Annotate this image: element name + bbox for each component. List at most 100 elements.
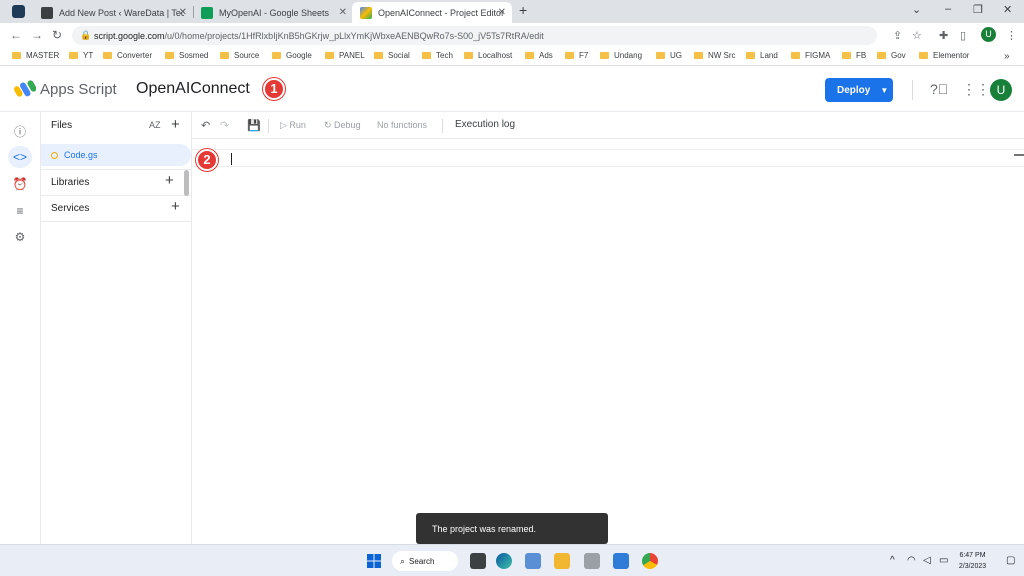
forward-icon[interactable]: → bbox=[31, 28, 43, 42]
sheets-icon bbox=[201, 7, 213, 19]
function-selector[interactable]: No functions bbox=[377, 120, 427, 130]
triggers-alarm-icon[interactable]: ⏰ bbox=[8, 173, 32, 195]
bookmark-source[interactable]: Source bbox=[220, 51, 259, 60]
project-name[interactable]: OpenAIConnect bbox=[136, 80, 250, 98]
bookmark-google[interactable]: Google bbox=[272, 51, 312, 60]
settings-gear-icon[interactable]: ⚙ bbox=[8, 226, 32, 248]
clock-date: 2/3/2023 bbox=[950, 561, 995, 572]
bookmark-nw-src[interactable]: NW Src bbox=[694, 51, 736, 60]
services-label: Services bbox=[51, 203, 89, 214]
windows-start-icon[interactable] bbox=[366, 553, 382, 569]
executions-icon[interactable]: ≡ bbox=[8, 200, 32, 222]
apps-grid-icon[interactable]: ⋮⋮ bbox=[962, 81, 990, 98]
browser-toolbar: ← → ↻ 🔒 script.google.com/u/0/home/proje… bbox=[0, 23, 1024, 47]
share-icon[interactable]: ⇪ bbox=[893, 29, 902, 42]
folder-icon bbox=[103, 52, 112, 59]
libraries-label: Libraries bbox=[51, 177, 89, 188]
notifications-icon[interactable]: ▢ bbox=[1006, 555, 1015, 566]
task-view-icon[interactable] bbox=[470, 553, 486, 569]
bookmark-social[interactable]: Social bbox=[374, 51, 410, 60]
folder-icon bbox=[600, 52, 609, 59]
tab-project-editor[interactable]: OpenAIConnect - Project Editor ✕ bbox=[352, 2, 512, 23]
minimize-icon[interactable]: – bbox=[945, 3, 951, 15]
divider bbox=[41, 221, 191, 222]
file-item-code-gs[interactable]: Code.gs bbox=[41, 144, 191, 166]
redo-icon[interactable]: ↷ bbox=[220, 119, 229, 132]
panel-scrollbar[interactable] bbox=[184, 170, 189, 196]
deploy-button[interactable]: Deploy ▼ bbox=[825, 78, 893, 102]
tab-add-new-post[interactable]: Add New Post ‹ WareData | Tech ✕ bbox=[33, 2, 193, 23]
tab-search-dropdown-icon[interactable]: ⌄ bbox=[912, 3, 921, 16]
close-icon[interactable]: ✕ bbox=[339, 7, 347, 18]
annotation-badge: 2 bbox=[196, 149, 218, 171]
header-divider bbox=[912, 80, 913, 100]
undo-icon[interactable]: ↶ bbox=[201, 119, 210, 132]
bookmark-yt[interactable]: YT bbox=[69, 51, 93, 60]
browser-menu-icon[interactable]: ⋮ bbox=[1006, 29, 1017, 42]
app-icon[interactable] bbox=[584, 553, 600, 569]
tab-search-icon[interactable] bbox=[12, 5, 25, 18]
star-icon[interactable]: ☆ bbox=[912, 29, 922, 42]
reload-icon[interactable]: ↻ bbox=[52, 28, 62, 42]
browser-profile-avatar[interactable]: U bbox=[981, 27, 996, 42]
side-panel-icon[interactable]: ▯ bbox=[960, 29, 966, 42]
bookmark-master[interactable]: MASTER bbox=[12, 51, 59, 60]
bookmark-converter[interactable]: Converter bbox=[103, 51, 152, 60]
extensions-icon[interactable]: ✚ bbox=[939, 29, 948, 42]
tab-google-sheets[interactable]: MyOpenAI - Google Sheets ✕ bbox=[193, 2, 353, 23]
execution-log-button[interactable]: Execution log bbox=[455, 119, 515, 130]
photos-icon[interactable] bbox=[525, 553, 541, 569]
back-icon[interactable]: ← bbox=[10, 28, 22, 42]
folder-icon bbox=[220, 52, 229, 59]
bookmark-sosmed[interactable]: Sosmed bbox=[165, 51, 208, 60]
editor-icon[interactable]: <> bbox=[8, 146, 32, 168]
wifi-icon[interactable]: ◠ bbox=[907, 555, 916, 566]
bookmark-elementor[interactable]: Elementor bbox=[919, 51, 969, 60]
bookmarks-overflow-icon[interactable]: » bbox=[1004, 51, 1010, 62]
overview-icon[interactable]: ⓘ bbox=[8, 120, 32, 142]
debug-button[interactable]: ↻ Debug bbox=[324, 120, 361, 131]
battery-icon[interactable]: ▭ bbox=[939, 555, 948, 566]
bookmark-ug[interactable]: UG bbox=[656, 51, 682, 60]
folder-icon bbox=[69, 52, 78, 59]
sort-az-icon[interactable]: AZ bbox=[149, 120, 161, 130]
files-title: Files bbox=[51, 120, 72, 131]
editor-toolbar: ↶ ↷ 💾 ▷ Run ↻ Debug No functions Executi… bbox=[192, 112, 1024, 139]
window-close-icon[interactable]: ✕ bbox=[1003, 3, 1012, 16]
bookmark-f7[interactable]: F7 bbox=[565, 51, 588, 60]
taskbar-search[interactable]: ⌕ Search bbox=[392, 551, 458, 571]
address-bar[interactable]: 🔒 script.google.com/u/0/home/projects/1H… bbox=[72, 26, 877, 45]
system-clock[interactable]: 6:47 PM 2/3/2023 bbox=[950, 550, 995, 572]
bookmark-undang[interactable]: Undang bbox=[600, 51, 642, 60]
notepad-icon[interactable] bbox=[613, 553, 629, 569]
edge-browser-icon[interactable] bbox=[496, 553, 512, 569]
file-explorer-icon[interactable] bbox=[554, 553, 570, 569]
bookmark-ads[interactable]: Ads bbox=[525, 51, 553, 60]
close-icon[interactable]: ✕ bbox=[179, 7, 187, 18]
run-button[interactable]: ▷ Run bbox=[280, 120, 306, 131]
bookmark-panel[interactable]: PANEL bbox=[325, 51, 365, 60]
screen: Add New Post ‹ WareData | Tech ✕ MyOpenA… bbox=[0, 0, 1024, 576]
windows-taskbar: ⌕ Search ^ ◠ ◁ ▭ 6:47 PM 2/3/2023 ▢ bbox=[0, 544, 1024, 576]
volume-icon[interactable]: ◁ bbox=[923, 555, 931, 566]
add-service-button[interactable]: + bbox=[171, 198, 180, 215]
close-icon[interactable]: ✕ bbox=[498, 7, 506, 18]
bookmark-land[interactable]: Land bbox=[746, 51, 778, 60]
bookmark-gov[interactable]: Gov bbox=[877, 51, 906, 60]
save-icon[interactable]: 💾 bbox=[247, 119, 261, 132]
bookmark-tech[interactable]: Tech bbox=[422, 51, 453, 60]
bookmark-fb[interactable]: FB bbox=[842, 51, 866, 60]
bookmark-localhost[interactable]: Localhost bbox=[464, 51, 512, 60]
restore-icon[interactable]: ❐ bbox=[973, 3, 983, 16]
tray-chevron-up-icon[interactable]: ^ bbox=[890, 555, 895, 566]
chrome-browser-icon[interactable] bbox=[642, 553, 658, 569]
user-avatar[interactable]: U bbox=[990, 79, 1012, 101]
code-editor[interactable] bbox=[192, 139, 1024, 544]
bookmark-figma[interactable]: FIGMA bbox=[791, 51, 830, 60]
add-library-button[interactable]: + bbox=[165, 172, 174, 189]
overview-ruler-mark bbox=[1014, 154, 1024, 156]
help-icon[interactable]: ?⃝ bbox=[930, 81, 948, 97]
new-tab-button[interactable]: + bbox=[519, 2, 527, 18]
browser-tab-strip: Add New Post ‹ WareData | Tech ✕ MyOpenA… bbox=[0, 0, 1024, 23]
add-file-button[interactable]: + bbox=[171, 116, 180, 133]
